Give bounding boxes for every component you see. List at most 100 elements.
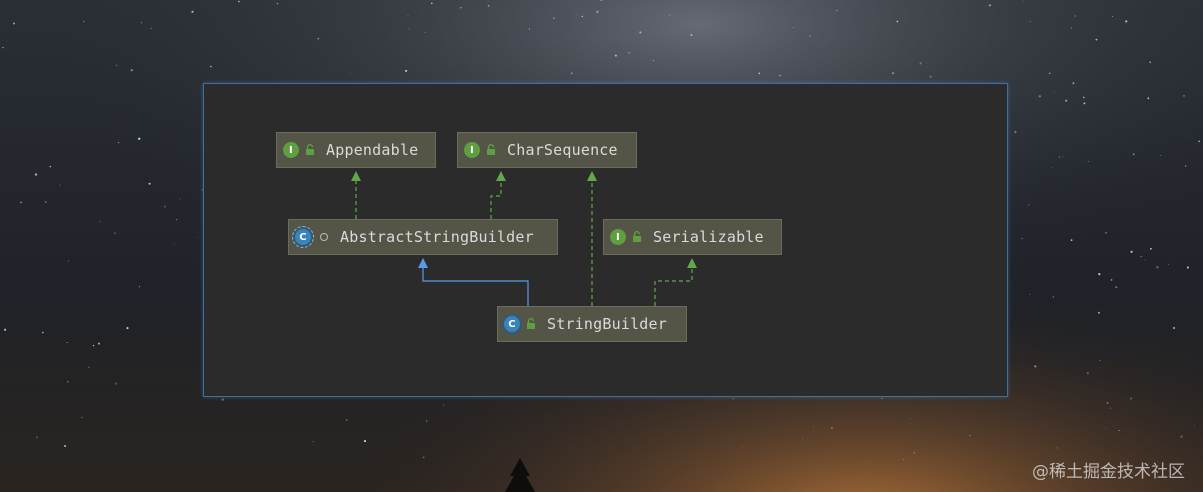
- star: [596, 10, 599, 13]
- star: [138, 286, 141, 288]
- star: [83, 20, 85, 23]
- star: [1049, 72, 1051, 75]
- star: [36, 436, 38, 438]
- star: [49, 165, 52, 168]
- star: [3, 328, 7, 331]
- star: [929, 75, 932, 78]
- star: [1056, 447, 1058, 449]
- star: [2, 46, 4, 49]
- star: [1149, 61, 1152, 64]
- star: [1072, 82, 1075, 84]
- star: [130, 69, 133, 72]
- star: [117, 141, 120, 144]
- star: [896, 20, 899, 23]
- star: [425, 420, 428, 422]
- star: [1014, 130, 1017, 134]
- diagram-panel: I Appendable I CharSequence C AbstractSt…: [203, 83, 1008, 397]
- star: [792, 27, 794, 28]
- star: [628, 52, 630, 54]
- star: [903, 458, 905, 461]
- star: [45, 201, 47, 203]
- star: [41, 331, 44, 334]
- star: [576, 14, 578, 16]
- arrowhead-icon: [587, 171, 597, 181]
- node-stringbuilder[interactable]: C StringBuilder: [497, 306, 687, 342]
- star: [1099, 359, 1101, 362]
- star: [1109, 407, 1112, 409]
- abstract-class-icon: C: [292, 226, 314, 248]
- star: [115, 382, 118, 385]
- star: [732, 398, 734, 400]
- star: [1052, 296, 1054, 298]
- star: [1028, 204, 1030, 206]
- star: [1125, 20, 1128, 23]
- interface-icon: I: [283, 142, 299, 158]
- interface-icon: I: [610, 229, 626, 245]
- star: [831, 427, 833, 429]
- node-serializable[interactable]: I Serializable: [603, 219, 782, 255]
- star: [1115, 286, 1118, 289]
- star: [1058, 156, 1060, 158]
- interface-icon: I: [464, 142, 480, 158]
- arrowhead-icon: [418, 258, 428, 268]
- star: [150, 27, 152, 29]
- star: [742, 446, 743, 448]
- star: [276, 2, 279, 5]
- star: [443, 404, 444, 406]
- star: [66, 342, 68, 343]
- star: [363, 440, 367, 443]
- edge-extends-stringbuilder-to-abstractstringbuilder: [422, 259, 529, 306]
- star: [163, 205, 166, 208]
- star: [81, 416, 83, 418]
- star: [140, 22, 142, 24]
- star: [1130, 397, 1133, 400]
- star: [1106, 401, 1109, 404]
- arrowhead-icon: [687, 258, 697, 268]
- star: [68, 260, 70, 262]
- star: [1021, 237, 1023, 240]
- star: [422, 456, 425, 459]
- node-appendable[interactable]: I Appendable: [276, 132, 436, 168]
- star: [836, 9, 838, 12]
- star: [99, 221, 101, 223]
- star: [317, 37, 320, 40]
- star: [1144, 259, 1146, 261]
- star: [88, 366, 90, 368]
- star: [1087, 160, 1090, 163]
- edge-implements-stringbuilder-to-serializable: [654, 259, 693, 306]
- star: [407, 15, 409, 17]
- star: [1062, 156, 1064, 158]
- star: [1132, 153, 1135, 156]
- star: [312, 441, 314, 443]
- lock-icon: [633, 231, 641, 242]
- star: [813, 426, 814, 428]
- node-label: StringBuilder: [547, 315, 667, 333]
- star: [1194, 425, 1196, 426]
- star: [614, 54, 617, 57]
- star: [1184, 165, 1187, 167]
- star: [1198, 140, 1200, 143]
- star: [653, 60, 654, 62]
- star: [919, 62, 922, 65]
- node-label: Serializable: [653, 228, 764, 246]
- star: [138, 137, 141, 140]
- star: [1095, 38, 1098, 41]
- final-class-icon: C: [504, 316, 520, 332]
- star: [1034, 365, 1037, 368]
- watermark: @稀土掘金技术社区: [1032, 462, 1185, 482]
- star: [174, 243, 175, 245]
- star: [98, 342, 100, 345]
- star: [238, 0, 240, 3]
- star: [196, 236, 198, 238]
- star: [1156, 266, 1159, 269]
- star: [408, 28, 410, 30]
- star: [553, 17, 555, 19]
- node-abstractstringbuilder[interactable]: C AbstractStringBuilder: [288, 219, 558, 255]
- star: [424, 32, 426, 34]
- node-charsequence[interactable]: I CharSequence: [457, 132, 637, 168]
- star: [1074, 15, 1076, 17]
- star: [668, 14, 671, 16]
- star: [430, 2, 433, 5]
- star: [405, 69, 408, 72]
- star: [639, 31, 642, 34]
